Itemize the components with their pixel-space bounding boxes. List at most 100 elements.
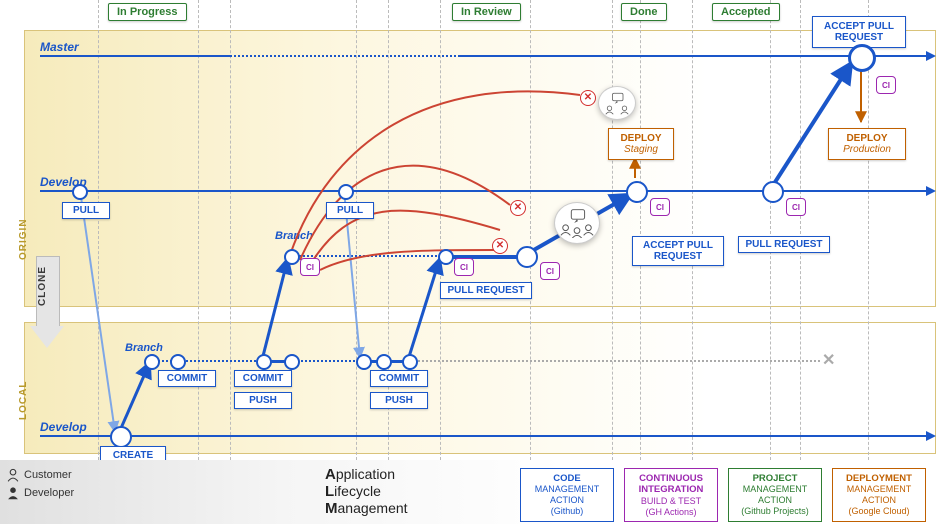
master-label: Master [40,40,79,54]
developer-icon [6,486,20,500]
clone-arrow: CLONE [30,256,64,356]
node-develop-pr [762,181,784,203]
legend-ci-l2: (GH Actions) [631,507,711,518]
develop-local-label: Develop [40,420,87,434]
origin-label: ORIGIN [18,218,29,260]
push-box-2: PUSH [370,392,428,409]
node-local-branch-7 [402,354,418,370]
alm-m: M [325,500,338,517]
node-local-branch-2 [170,354,186,370]
branch-origin-label: Branch [275,230,313,242]
deploy-staging-s: Staging [624,144,658,155]
legend-ci-t2: INTEGRATION [631,484,711,495]
legend-proj-l2: ACTION [735,495,815,506]
branch-local-end-x: ✕ [822,350,835,370]
footer: Customer Developer Application Lifecycle… [0,460,938,524]
alm-l2: ifecycle [334,483,381,499]
commit-box-1: COMMIT [158,370,216,387]
legend-code-l2: ACTION [527,495,607,506]
legend-code-l3: (Github) [527,506,607,517]
node-local-branch-4 [284,354,300,370]
reject-master-icon: ✕ [580,90,596,106]
node-branch-pr [516,246,538,268]
accept-pr-develop-label: ACCEPT PULL REQUEST [638,240,718,262]
legend-ci-t: CONTINUOUS [631,473,711,484]
branch-local-label: Branch [125,342,163,354]
push-box-1: PUSH [234,392,292,409]
deploy-staging-t: DEPLOY [620,133,661,144]
branch-local-dot1 [150,360,260,364]
pull-request-box-1: PULL REQUEST [440,282,532,299]
pull-request-box-2: PULL REQUEST [738,236,830,253]
branch-local-gray [410,360,820,364]
legend-proj-t: PROJECT [735,473,815,484]
master-line-dotted [230,55,460,59]
master-arrowhead [926,51,936,61]
developer-label: Developer [24,487,74,499]
clone-label: CLONE [37,266,48,306]
stage-done: Done [621,3,667,21]
node-develop-pull2 [338,184,354,200]
node-local-branch-6 [376,354,392,370]
deploy-prod-t: DEPLOY [846,133,887,144]
node-local-branch-1 [144,354,160,370]
ci-branch-2: CI [454,258,474,276]
legend-ci-l1: BUILD & TEST [631,496,711,507]
pull-box-1: PULL [62,202,110,219]
legend-dep-l3: (Google Cloud) [839,506,919,517]
review-develop [554,202,600,244]
node-master-accept [848,44,876,72]
legend-code-t: CODE [527,473,607,484]
alm-a2: pplication [336,466,395,482]
node-develop-accept [626,181,648,203]
pull-box-2: PULL [326,202,374,219]
deploy-prod-box: DEPLOY Production [828,128,906,160]
master-line-1 [40,55,230,57]
node-branch-origin-2 [438,249,454,265]
ci-branch-3: CI [540,262,560,280]
legend-project: PROJECT MANAGEMENT ACTION (Github Projec… [728,468,822,522]
develop-origin-line [40,190,926,192]
node-develop-start [72,184,88,200]
reject-branch-icon: ✕ [492,238,508,254]
stage-in-progress: In Progress [108,3,187,21]
reject-develop-icon: ✕ [510,200,526,216]
accept-pull-request-develop: ACCEPT PULL REQUEST [632,236,724,266]
ci-branch-1: CI [300,258,320,276]
review-master [598,86,636,120]
node-local-develop-start [110,426,132,448]
legend-ci: CONTINUOUS INTEGRATION BUILD & TEST (GH … [624,468,718,522]
legend-proj-l3: (Github Projects) [735,506,815,517]
legend-code-l1: MANAGEMENT [527,484,607,495]
node-local-branch-5 [356,354,372,370]
legend-code: CODE MANAGEMENT ACTION (Github) [520,468,614,522]
legend-deploy: DEPLOYMENT MANAGEMENT ACTION (Google Clo… [832,468,926,522]
alm-a: A [325,466,336,483]
node-branch-origin-1 [284,249,300,265]
customer-label: Customer [24,469,72,481]
commit-box-2: COMMIT [234,370,292,387]
deploy-prod-s: Production [843,144,891,155]
stage-in-review: In Review [452,3,521,21]
accept-pull-request-master-label: ACCEPT PULL REQUEST [818,21,900,43]
legend-dep-l2: ACTION [839,495,919,506]
ci-develop-1: CI [650,198,670,216]
commit-box-3: COMMIT [370,370,428,387]
alm-title: Application Lifecycle Management [325,466,408,517]
develop-local-arrowhead [926,431,936,441]
deploy-staging-box: DEPLOY Staging [608,128,674,160]
alm-m2: anagement [338,500,408,516]
customer-icon [6,468,20,482]
legend: CODE MANAGEMENT ACTION (Github) CONTINUO… [520,468,926,522]
node-local-branch-3 [256,354,272,370]
ci-master: CI [876,76,896,94]
legend-dep-l1: MANAGEMENT [839,484,919,495]
legend-dep-t: DEPLOYMENT [839,473,919,484]
roles-legend: Customer Developer [6,468,74,504]
ci-develop-2: CI [786,198,806,216]
local-label: LOCAL [18,381,29,420]
develop-local-line [40,435,926,437]
legend-proj-l1: MANAGEMENT [735,484,815,495]
stage-accepted: Accepted [712,3,780,21]
develop-origin-arrowhead [926,186,936,196]
